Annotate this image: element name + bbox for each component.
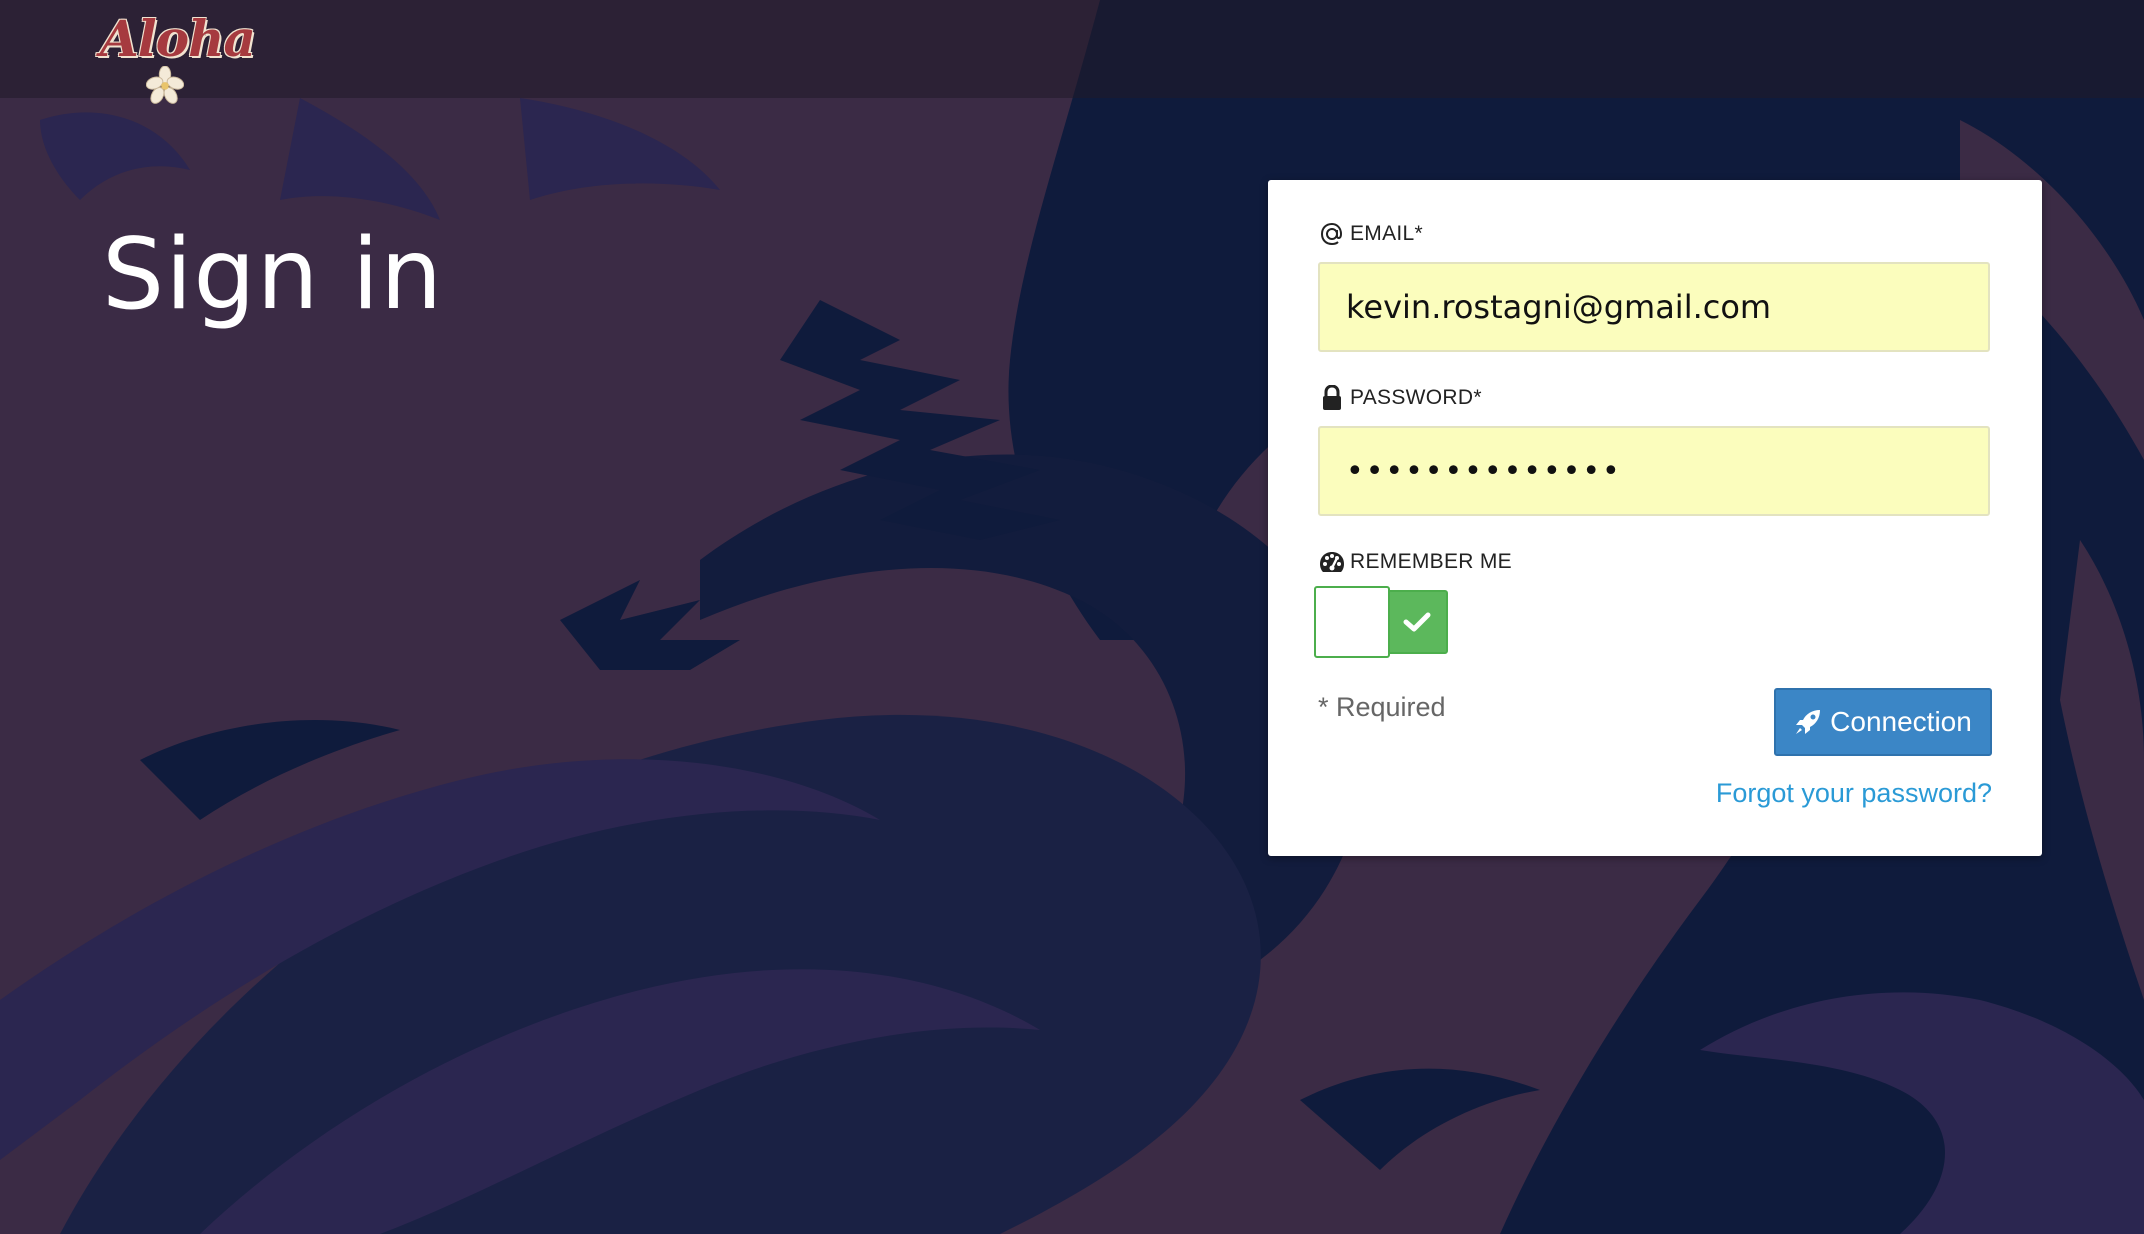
connection-button-label: Connection (1830, 706, 1972, 737)
email-label: EMAIL* (1318, 220, 1423, 248)
check-icon (1403, 612, 1431, 632)
lock-icon (1318, 384, 1346, 412)
at-icon (1318, 220, 1346, 248)
plumeria-flower-icon (146, 66, 184, 104)
remember-me-label: REMEMBER ME (1318, 548, 1512, 576)
dashboard-icon (1318, 548, 1346, 576)
required-note: * Required (1318, 692, 1446, 722)
password-input[interactable] (1318, 426, 1990, 516)
page-title: Sign in (102, 218, 444, 332)
logo-text: Aloha (100, 9, 256, 68)
rocket-icon (1794, 708, 1822, 736)
remember-me-toggle[interactable] (1314, 586, 1450, 658)
toggle-on-state[interactable] (1386, 590, 1448, 654)
password-label: PASSWORD* (1318, 384, 1482, 412)
password-label-text: PASSWORD* (1350, 386, 1482, 409)
connection-button[interactable]: Connection (1774, 688, 1992, 756)
top-navbar (0, 0, 2144, 98)
remember-me-label-text: REMEMBER ME (1350, 550, 1512, 573)
toggle-knob[interactable] (1314, 586, 1390, 658)
email-input[interactable] (1318, 262, 1990, 352)
email-label-text: EMAIL* (1350, 222, 1423, 245)
login-card: EMAIL* PASSWORD* REMEMBER ME (1268, 180, 2042, 856)
aloha-logo[interactable]: Aloha (100, 14, 260, 106)
forgot-password-link[interactable]: Forgot your password? (1716, 778, 1992, 809)
